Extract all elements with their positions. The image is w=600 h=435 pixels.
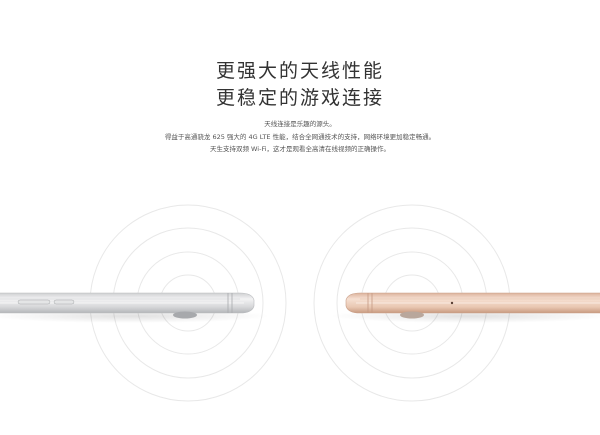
silver-camera-bump bbox=[173, 311, 197, 319]
power-button bbox=[53, 299, 75, 305]
phones-signal-graphic bbox=[0, 204, 600, 402]
rose-gold-phone-edge bbox=[330, 292, 600, 323]
microphone-hole-icon bbox=[450, 301, 454, 305]
silver-phone-edge bbox=[0, 292, 270, 323]
product-feature-page: 更强大的天线性能 更稳定的游戏连接 天线连接是乐趣的源头。 得益于高通骁龙 62… bbox=[0, 0, 600, 435]
rose-camera-bump bbox=[400, 311, 424, 319]
volume-button bbox=[17, 299, 51, 305]
